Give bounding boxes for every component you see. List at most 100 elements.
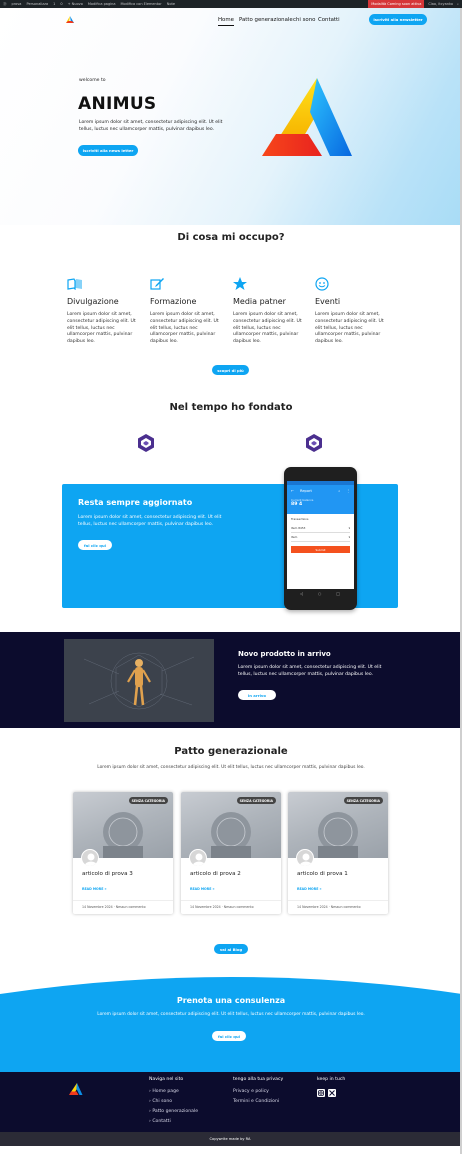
nav-contatti[interactable]: Contatti [318, 17, 340, 23]
founded-logo-1[interactable] [136, 433, 156, 453]
consult-background [0, 977, 462, 1072]
coming-soon-button[interactable]: in arrivo [238, 690, 276, 700]
nav-patto[interactable]: Patto generazionale [239, 17, 293, 23]
phone-app-title: Report [300, 488, 312, 493]
phone-list-title: Transactions [291, 517, 309, 521]
phone-balance-label: Current balance [291, 498, 314, 502]
patto-heading: Patto generazionale [174, 746, 288, 757]
back-arrow-icon: ← [291, 488, 295, 493]
card-date: 14 Novembre 2024 [190, 905, 221, 909]
phone-row-1: Item 8453 [291, 526, 306, 530]
hero-welcome: welcome to [79, 78, 106, 83]
admin-item-comments[interactable]: 0 [60, 2, 62, 6]
footer-link-terms[interactable]: Termini e Condizioni [233, 1097, 279, 1107]
service-text-media: Lorem ipsum dolor sit amet, consectetur … [233, 312, 302, 345]
category-badge[interactable]: SENZA CATEGORIA [343, 797, 383, 804]
card-title[interactable]: articolo di prova 3 [82, 871, 133, 877]
phone-submit-button: Submit [291, 546, 350, 553]
edit-icon [150, 278, 164, 290]
card-date: 14 Novembre 2024 [297, 905, 328, 909]
hero-title: ANIMUS [78, 94, 157, 114]
product-title: Novo prodotto in arrivo [238, 650, 331, 658]
card-comments: Nessun commento [330, 905, 361, 909]
service-title-media: Media patner [233, 297, 286, 306]
admin-item-notes[interactable]: Note [167, 2, 175, 6]
admin-item-site[interactable]: prova [12, 2, 22, 6]
admin-greeting[interactable]: Ciao, itcyanko [428, 2, 453, 6]
category-badge[interactable]: SENZA CATEGORIA [128, 797, 168, 804]
search-icon[interactable]: ⌕ [457, 2, 459, 6]
admin-bar: ⓪ prova Personalizza 1 0 + Nuovo Modific… [0, 0, 462, 8]
consult-text: Lorem ipsum dolor sit amet, consectetur … [97, 1012, 365, 1017]
smile-icon [315, 277, 329, 291]
hero-text: Lorem ipsum dolor sit amet, consectetur … [79, 120, 223, 132]
card-date: 14 Novembre 2024 [82, 905, 113, 909]
card-title[interactable]: articolo di prova 2 [190, 871, 241, 877]
phone-search-icon: ⌕ [338, 488, 341, 493]
footer-link-chi-sono[interactable]: › Chi sono [149, 1097, 172, 1107]
promo-button[interactable]: fai clic qui [78, 540, 112, 550]
phone-balance: 89 4 [291, 502, 303, 507]
hero-logo [262, 78, 352, 156]
category-badge[interactable]: SENZA CATEGORIA [236, 797, 276, 804]
patto-text: Lorem ipsum dolor sit amet, consectetur … [97, 765, 365, 770]
consult-title: Prenota una consulenza [176, 996, 286, 1005]
admin-item-new[interactable]: + Nuovo [68, 2, 83, 6]
services-heading: Di cosa mi occupo? [177, 232, 285, 243]
card-meta: 14 Novembre 2024 · Nessun commento [73, 900, 173, 913]
blog-button[interactable]: vai al Blog [214, 944, 248, 954]
founded-heading: Nel tempo ho fondato [169, 402, 293, 413]
service-title-divulgazione: Divulgazione [67, 297, 119, 306]
service-title-formazione: Formazione [150, 297, 197, 306]
hero-section [0, 8, 462, 225]
footer-logo[interactable] [69, 1083, 83, 1095]
card-comments: Nessun commento [115, 905, 146, 909]
card-title[interactable]: articolo di prova 1 [297, 871, 348, 877]
blog-card-3[interactable]: SENZA CATEGORIA articolo di prova 1 READ… [288, 792, 388, 914]
footer-privacy-heading: tengo alla tua privacy [233, 1077, 284, 1082]
blog-card-1[interactable]: SENZA CATEGORIA articolo di prova 3 READ… [73, 792, 173, 914]
star-icon [233, 277, 247, 290]
read-more-link[interactable]: READ MORE » [82, 887, 107, 891]
service-title-eventi: Eventi [315, 297, 341, 306]
promo-text: Lorem ipsum dolor sit amet, consectetur … [78, 515, 222, 527]
service-text-divulgazione: Lorem ipsum dolor sit amet, consectetur … [67, 312, 136, 345]
x-twitter-icon[interactable] [328, 1089, 336, 1097]
admin-item-elementor[interactable]: Modifica con Elementor [121, 2, 162, 6]
product-image [64, 639, 214, 722]
admin-item-customize[interactable]: Personalizza [26, 2, 48, 6]
card-comments: Nessun commento [223, 905, 254, 909]
card-meta: 14 Novembre 2024 · Nessun commento [181, 900, 281, 913]
footer-nav-heading: Naviga nel sito [149, 1077, 184, 1082]
nav-chi-sono[interactable]: chi sono [293, 17, 315, 23]
admin-item-updates[interactable]: 1 [53, 2, 55, 6]
consult-button[interactable]: fai clic qui [212, 1031, 246, 1041]
site-logo[interactable] [66, 16, 74, 23]
newsletter-nav-button[interactable]: Iscriviti alla newsletter [369, 14, 427, 25]
instagram-icon[interactable] [317, 1089, 325, 1097]
phone-screen: ← Report ⌕ ⋮ Current balance 89 4 Transa… [287, 481, 354, 589]
book-icon [67, 278, 82, 290]
footer [0, 1072, 460, 1132]
coming-soon-badge[interactable]: Modalità Coming soon attiva [368, 0, 425, 8]
footer-link-patto[interactable]: › Patto generazionale [149, 1107, 198, 1117]
read-more-link[interactable]: READ MORE » [297, 887, 322, 891]
nav-home[interactable]: Home [218, 17, 234, 26]
avatar [81, 849, 99, 867]
phone-row-2: Item [291, 535, 298, 539]
promo-title: Resta sempre aggiornato [78, 498, 193, 507]
footer-social-heading: keep in tuch [317, 1077, 346, 1082]
footer-link-contatti[interactable]: › Contatti [149, 1117, 171, 1127]
founded-logo-2[interactable] [304, 433, 324, 453]
avatar [189, 849, 207, 867]
copyright-text: Copywrite made by RA [209, 1137, 251, 1141]
blog-card-2[interactable]: SENZA CATEGORIA articolo di prova 2 READ… [181, 792, 281, 914]
footer-link-privacy[interactable]: Privacy e policy [233, 1087, 269, 1097]
discover-more-button[interactable]: scopri di più [212, 365, 249, 375]
read-more-link[interactable]: READ MORE » [190, 887, 215, 891]
admin-item-edit-page[interactable]: Modifica pagina [88, 2, 116, 6]
wordpress-icon[interactable]: ⓪ [3, 2, 7, 7]
hero-newsletter-button[interactable]: Iscriviti alla news letter [78, 145, 138, 156]
card-meta: 14 Novembre 2024 · Nessun commento [288, 900, 388, 913]
footer-link-home[interactable]: › Home page [149, 1087, 179, 1097]
